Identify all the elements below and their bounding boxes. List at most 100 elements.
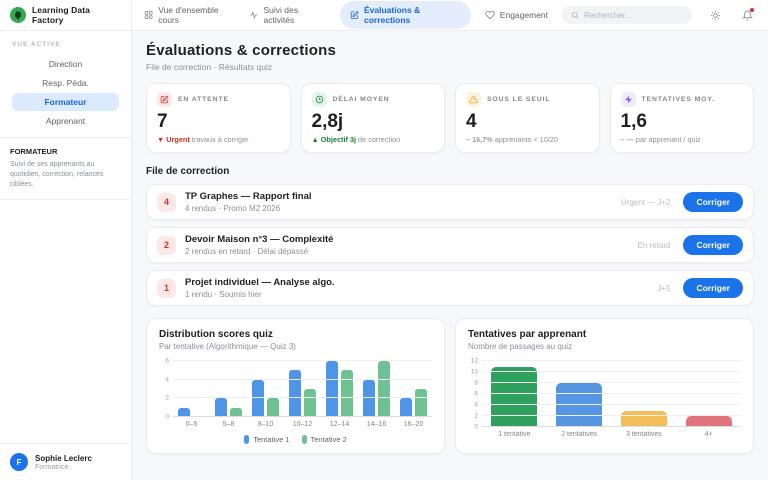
notifications-button[interactable] — [738, 6, 756, 24]
y-tick-label: 2 — [165, 395, 169, 402]
theme-toggle-button[interactable] — [706, 6, 724, 24]
queue-row-devoir-maison[interactable]: 2 Devoir Maison n°3 — Complexité 2 rendu… — [146, 227, 754, 263]
chart-distribution-scores-quiz: Distribution scores quiz Par tentative (… — [146, 318, 445, 454]
stat-trend: – — — [621, 135, 634, 144]
grid-icon — [144, 10, 153, 20]
y-tick-label: 4 — [474, 402, 478, 409]
stat-card-en-attente: EN ATTENTE 7 ▼ Urgent travaux à corriger — [146, 83, 291, 153]
corriger-button[interactable]: Corriger — [683, 235, 743, 255]
corriger-button[interactable]: Corriger — [683, 192, 743, 212]
clock-icon — [312, 92, 327, 107]
bar — [215, 398, 227, 417]
y-tick-label: 6 — [474, 391, 478, 398]
x-tick-label: 1 tentative — [482, 431, 547, 438]
tab-evaluations-corrections[interactable]: Évaluations & corrections — [340, 1, 471, 29]
stat-label: SOUS LE SEUIL — [487, 96, 550, 103]
tab-suivi-activites[interactable]: Suivi des activités — [249, 1, 325, 29]
x-tick-label: 8–10 — [247, 421, 284, 428]
stat-trend: ▼ Urgent — [157, 135, 190, 144]
bar — [621, 411, 667, 428]
stat-subtext: ▼ Urgent travaux à corriger — [157, 135, 280, 144]
warning-icon — [466, 92, 481, 107]
bar — [415, 389, 427, 417]
stat-value: 4 — [466, 111, 589, 133]
x-axis: 1 tentative2 tentatives3 tentatives4+ — [482, 431, 741, 438]
chart-title: Tentatives par apprenant — [468, 329, 741, 340]
sidebar-item-formateur[interactable]: Formateur — [12, 93, 119, 111]
role-description-block: FORMATEUR Suivi de ses apprenants au quo… — [0, 138, 131, 200]
x-tick-label: 16–20 — [395, 421, 432, 428]
queue-row-tp-graphes[interactable]: 4 TP Graphes — Rapport final 4 rendus · … — [146, 184, 754, 220]
user-profile[interactable]: F Sophie Leclerc Formatrice — [0, 443, 131, 480]
corriger-button[interactable]: Corriger — [683, 278, 743, 298]
brand-name: Learning Data Factory — [32, 5, 121, 25]
sidebar-spacer — [0, 200, 131, 443]
bar-group — [321, 361, 358, 417]
tab-vue-ensemble-cours[interactable]: Vue d'ensemble cours — [144, 1, 235, 29]
role-description: Suivi de ses apprenants au quotidien, co… — [10, 160, 121, 190]
gridline — [482, 382, 741, 383]
tab-bar: Vue d'ensemble cours Suivi des activités… — [144, 1, 548, 29]
stat-value: 2,8j — [312, 111, 435, 133]
y-tick-label: 0 — [474, 424, 478, 431]
y-tick-label: 0 — [165, 414, 169, 421]
edit-icon — [157, 92, 172, 107]
x-tick-label: 3 tentatives — [612, 431, 677, 438]
chart-tentatives-par-apprenant: Tentatives par apprenant Nombre de passa… — [455, 318, 754, 454]
activity-icon — [249, 10, 258, 20]
x-tick-label: 0–5 — [173, 421, 210, 428]
chart-subtitle: Nombre de passages au quiz — [468, 342, 741, 351]
tab-label: Évaluations & corrections — [364, 5, 461, 25]
bar-group — [247, 361, 284, 417]
queue-row-projet-individuel[interactable]: 1 Projet individuel — Analyse algo. 1 re… — [146, 270, 754, 306]
pending-count-badge: 4 — [157, 193, 176, 212]
y-axis: 024681012 — [468, 361, 482, 427]
tab-label: Engagement — [500, 10, 548, 20]
legend-marker — [244, 435, 249, 444]
deadline-meta: J+5 — [657, 284, 670, 293]
bar — [267, 398, 279, 417]
gridline — [173, 379, 432, 380]
sidebar-item-resp-peda[interactable]: Resp. Péda. — [12, 74, 119, 92]
search-box — [562, 6, 692, 24]
bar — [326, 361, 338, 417]
stat-label: TENTATIVES MOY. — [642, 96, 715, 103]
bar-group — [284, 361, 321, 417]
assignment-title: Projet individuel — Analyse algo. — [185, 277, 648, 288]
gridline — [482, 415, 741, 416]
edit-icon — [350, 10, 359, 20]
page-content: Évaluations & corrections File de correc… — [132, 31, 768, 480]
legend-item: Tentative 2 — [302, 435, 347, 444]
stat-subtext: ▲ Objectif 3j de correction — [312, 135, 435, 144]
search-input[interactable] — [584, 11, 683, 20]
y-tick-label: 2 — [474, 413, 478, 420]
sun-icon — [710, 10, 721, 21]
y-tick-label: 10 — [471, 369, 478, 376]
sidebar-item-direction[interactable]: Direction — [12, 55, 119, 73]
notification-dot — [750, 8, 754, 12]
bar — [556, 383, 602, 427]
x-tick-label: 10–12 — [284, 421, 321, 428]
assignment-subtitle: 1 rendu · Soumis hier — [185, 290, 648, 299]
assignment-title: TP Graphes — Rapport final — [185, 191, 612, 202]
pending-count-badge: 2 — [157, 236, 176, 255]
stat-card-delai-moyen: DÉLAI MOYEN 2,8j ▲ Objectif 3j de correc… — [301, 83, 446, 153]
charts-row: Distribution scores quiz Par tentative (… — [146, 318, 754, 454]
chart-subtitle: Par tentative (Algorithmique — Quiz 3) — [159, 342, 432, 351]
user-name: Sophie Leclerc — [35, 454, 92, 463]
x-tick-label: 2 tentatives — [547, 431, 612, 438]
tab-engagement[interactable]: Engagement — [485, 6, 548, 24]
search-icon — [571, 11, 579, 19]
app-window: Learning Data Factory VUE ACTIVE Directi… — [0, 0, 768, 480]
gridline — [173, 360, 432, 361]
chart-plot-area: 0246 — [159, 361, 432, 417]
sidebar-item-apprenant[interactable]: Apprenant — [12, 112, 119, 130]
assignment-subtitle: 2 rendus en retard · Délai dépassé — [185, 247, 629, 256]
gridline — [482, 371, 741, 372]
bar — [304, 389, 316, 417]
heart-icon — [485, 10, 495, 20]
role-title: FORMATEUR — [10, 147, 121, 156]
bar — [289, 370, 301, 417]
stat-trend: – 16,7% — [466, 135, 493, 144]
legend-marker — [302, 435, 307, 444]
